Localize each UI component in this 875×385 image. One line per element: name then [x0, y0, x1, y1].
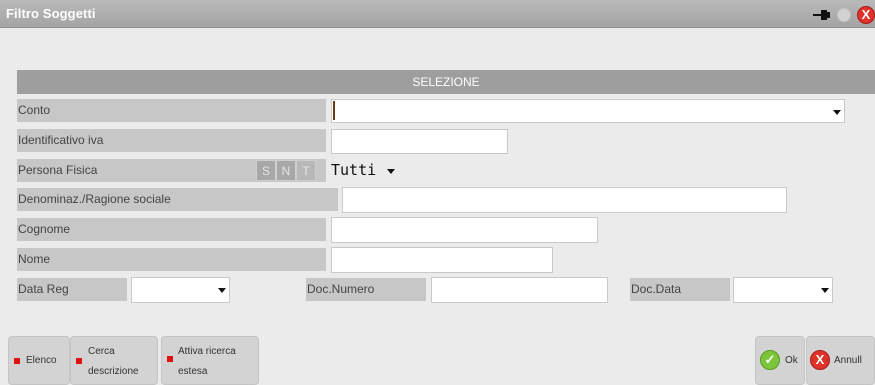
section-header-selezione: SELEZIONE — [17, 70, 875, 94]
doc-data-select[interactable] — [733, 277, 833, 303]
attiva-ricerca-label-line1: Attiva ricerca — [178, 346, 236, 357]
nome-label: Nome — [17, 248, 326, 271]
conto-dropdown-arrow-icon[interactable] — [833, 110, 841, 115]
minimize-circle-icon[interactable] — [837, 8, 851, 22]
close-icon[interactable]: X — [857, 6, 875, 24]
doc-data-dropdown-arrow-icon[interactable] — [821, 288, 829, 293]
persona-fisica-label: Persona Fisica — [17, 159, 248, 182]
doc-numero-label: Doc.Numero — [306, 278, 426, 301]
cerca-label-line2: descrizione — [88, 366, 139, 377]
nome-input[interactable] — [331, 247, 553, 273]
attiva-ricerca-shortcut-icon — [167, 356, 173, 362]
pin-icon[interactable] — [813, 9, 831, 21]
cognome-input[interactable] — [331, 217, 598, 243]
data-reg-dropdown-arrow-icon[interactable] — [218, 288, 226, 293]
data-reg-label: Data Reg — [17, 278, 127, 301]
denominazione-label: Denominaz./Ragione sociale — [17, 188, 338, 211]
attiva-ricerca-label-line2: estesa — [178, 366, 208, 377]
annulla-label: Annull — [834, 355, 862, 366]
elenco-label: Elenco — [26, 355, 57, 366]
persona-fisica-dropdown-arrow-icon[interactable] — [387, 169, 395, 174]
persona-fisica-select[interactable]: Tutti — [331, 160, 376, 181]
option-s-button[interactable]: S — [256, 160, 276, 181]
data-reg-select[interactable] — [131, 277, 230, 303]
doc-numero-input[interactable] — [431, 277, 608, 303]
conto-select[interactable] — [331, 99, 845, 123]
window-title: Filtro Soggetti — [6, 6, 96, 21]
title-bar — [0, 0, 875, 28]
cognome-label: Cognome — [17, 218, 326, 241]
attiva-ricerca-estesa-button[interactable] — [161, 336, 259, 385]
cerca-label-line1: Cerca — [88, 346, 115, 357]
conto-label: Conto — [17, 99, 326, 122]
text-caret — [333, 101, 335, 120]
identificativo-iva-input[interactable] — [331, 129, 508, 154]
ok-label: Ok — [785, 355, 798, 366]
cancel-x-icon: X — [810, 350, 830, 370]
elenco-shortcut-icon — [14, 358, 20, 364]
doc-data-label: Doc.Data — [630, 278, 730, 301]
option-t-button[interactable]: T — [296, 160, 316, 181]
denominazione-input[interactable] — [342, 187, 787, 213]
cerca-shortcut-icon — [76, 358, 82, 364]
option-n-button[interactable]: N — [276, 160, 296, 181]
check-icon: ✓ — [760, 350, 780, 370]
identificativo-iva-label: Identificativo iva — [17, 129, 326, 152]
